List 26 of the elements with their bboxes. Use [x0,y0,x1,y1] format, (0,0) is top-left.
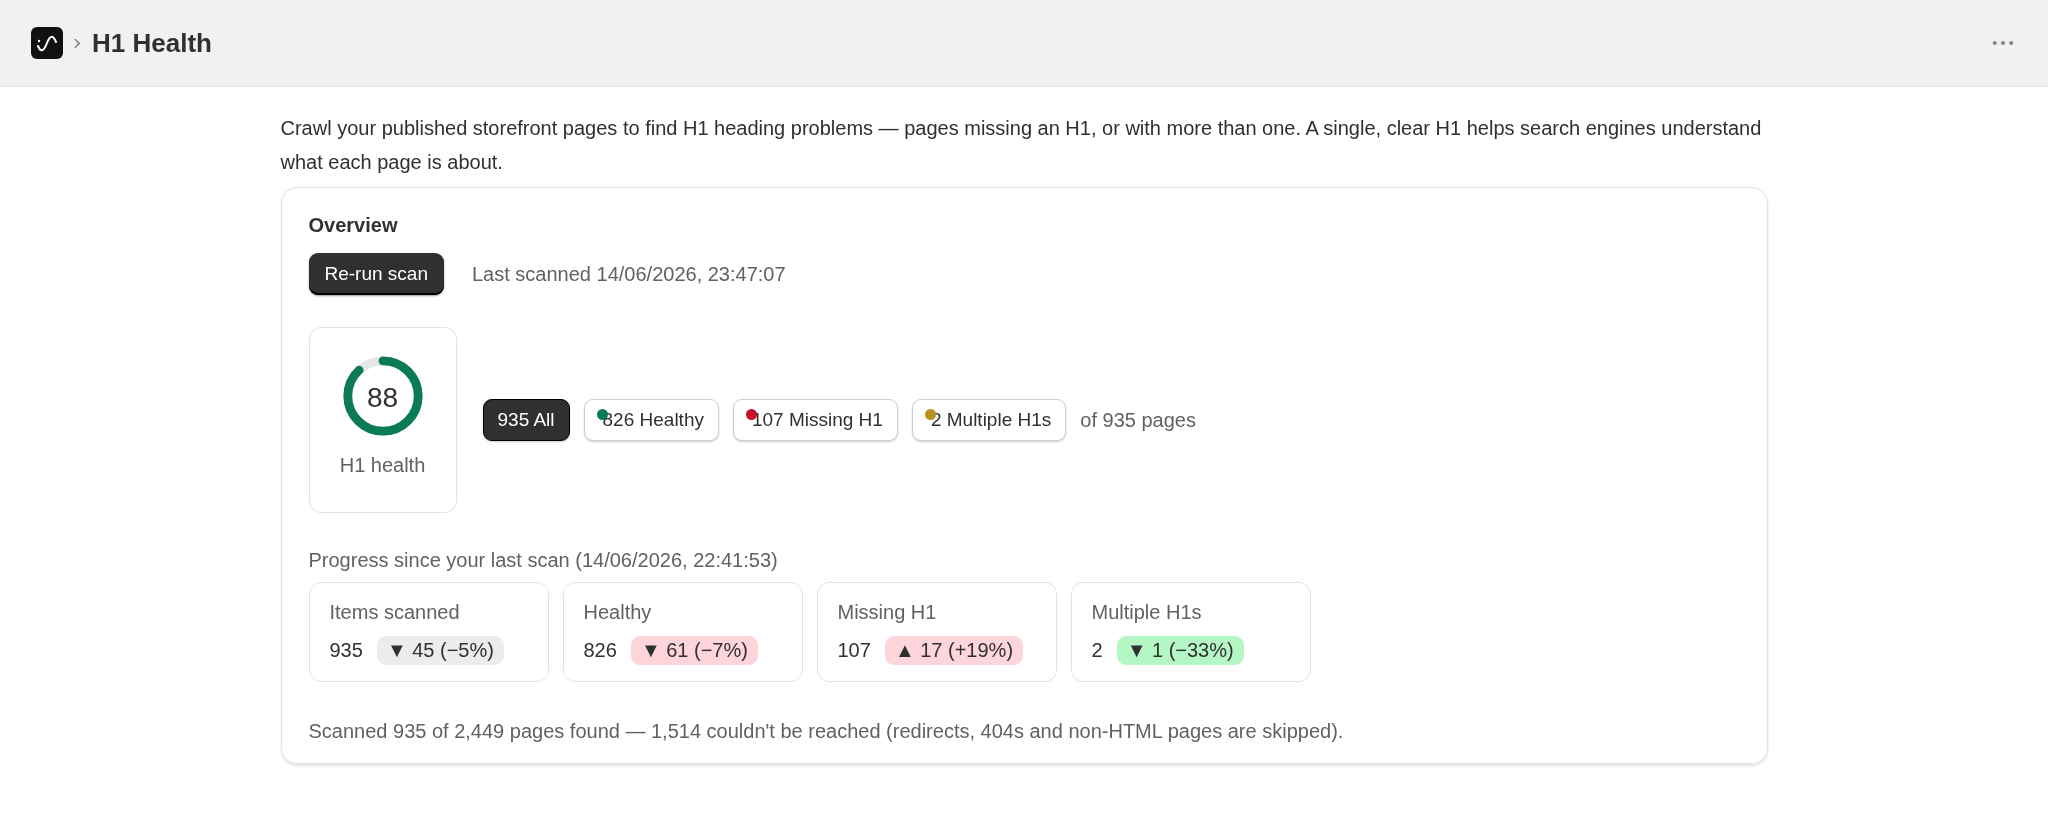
stat-label: Items scanned [329,601,461,624]
progress-title: Progress since your last scan (14/06/2026, 22:41:53) [308,549,779,572]
section-title: Overview [308,214,399,237]
change-badge: ▲ 17 (+19%) [884,636,1024,665]
pages-count-text: of 935 pages [1080,408,1196,432]
stat-value: 826 [583,639,617,662]
scan-summary-text: Scanned 935 of 2,449 pages found — 1,514 couldn't be reached (redirects, 404s and non-HTML pages are skipped). [308,720,1345,743]
filter-chip[interactable]: 107 Missing H1 [732,399,898,441]
change-badge: ▼ 1 (−33%) [1116,636,1244,665]
stat-value: 2 [1091,639,1103,662]
chevron-icon [74,37,81,49]
app-logo-icon[interactable] [31,27,63,59]
stat-value: 107 [837,639,871,662]
description-text: Crawl your published storefront pages to find H1 heading problems — pages missing an H1, or with more than one. A single, clear H1 helps search engines understand what each page is about. [280,116,1763,175]
stat-label: Multiple H1s [1091,601,1203,624]
change-badge: ▼ 61 (−7%) [630,636,758,665]
filter-chip[interactable]: 935 All [482,399,570,441]
stat-label: Healthy [583,601,653,624]
score-value: 88 [366,382,399,414]
stat-label: Missing H1 [837,601,938,624]
stat-value: 935 [329,639,363,662]
rerun-scan-button[interactable]: Re-run scan [308,253,444,295]
score-label: H1 health [339,454,426,477]
change-badge: ▼ 45 (−5%) [376,636,504,665]
last-scanned-text: Last scanned 14/06/2026, 23:47:07 [472,262,786,286]
page-title: H1 Health [92,27,212,59]
